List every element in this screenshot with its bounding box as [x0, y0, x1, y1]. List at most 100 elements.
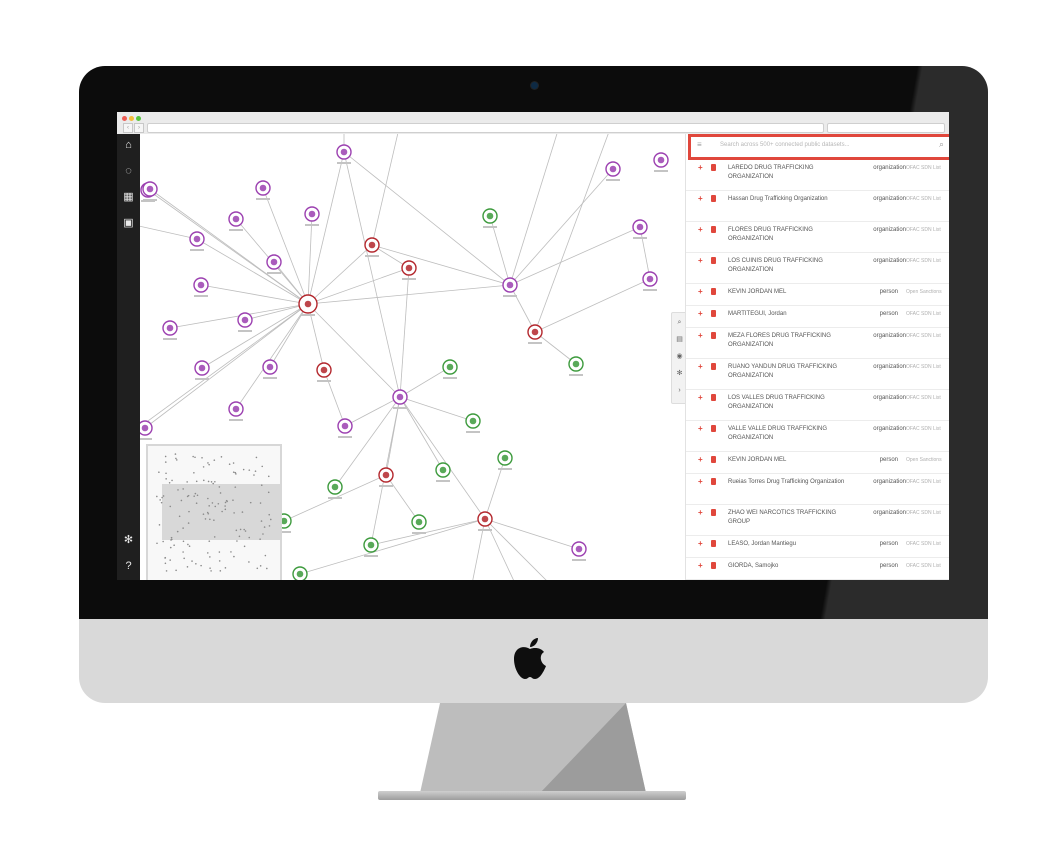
- graph-edge: [484, 457, 506, 520]
- person-node[interactable]: [653, 152, 669, 172]
- person-node[interactable]: [304, 206, 320, 226]
- result-item[interactable]: + LAREDO DRUG TRAFFICKING ORGANIZATION org…: [686, 160, 949, 191]
- minimap-dot: [188, 545, 191, 547]
- person-node[interactable]: [392, 389, 408, 409]
- add-icon[interactable]: +: [698, 455, 703, 464]
- add-icon[interactable]: +: [698, 539, 703, 548]
- contacts-icon[interactable]: ▣: [122, 217, 135, 230]
- add-icon[interactable]: +: [698, 477, 703, 486]
- back-icon[interactable]: ‹: [123, 123, 133, 133]
- person-node[interactable]: [337, 418, 353, 438]
- minimap-dot: [192, 455, 194, 458]
- graph-edge: [307, 303, 401, 398]
- maximize-window-icon[interactable]: [136, 116, 141, 121]
- person-node[interactable]: [189, 231, 205, 251]
- person-node[interactable]: [632, 219, 648, 239]
- result-item[interactable]: + Hassan Drug Trafficking Organization org…: [686, 191, 949, 222]
- dataset-search-input[interactable]: ≡ Search across 500+ connected public da…: [688, 134, 949, 160]
- company-node[interactable]: [497, 450, 513, 470]
- document-icon[interactable]: ▤: [674, 334, 685, 345]
- graph-minimap[interactable]: [146, 444, 282, 580]
- person-node[interactable]: [605, 161, 621, 181]
- result-item[interactable]: + LOS VALLES DRUG TRAFFICKING ORGANIZATIO…: [686, 390, 949, 421]
- result-item[interactable]: + LEASO, Jordan Mantiegu person OFAC SDN Li…: [686, 536, 949, 558]
- add-icon[interactable]: +: [698, 331, 703, 340]
- help-icon[interactable]: ?: [122, 560, 135, 573]
- company-node[interactable]: [435, 462, 451, 482]
- add-icon[interactable]: +: [698, 287, 703, 296]
- add-icon[interactable]: +: [698, 163, 703, 172]
- result-item[interactable]: + KEVIN JORDAN MEL person Open Sanctions: [686, 284, 949, 306]
- network-graph-canvas[interactable]: ⌕ ▤ ◉ ✻ ›: [140, 134, 685, 580]
- person-node[interactable]: [194, 360, 210, 380]
- add-icon[interactable]: +: [698, 561, 703, 570]
- add-icon[interactable]: +: [698, 362, 703, 371]
- settings-icon[interactable]: ✻: [674, 368, 685, 379]
- person-node[interactable]: [262, 359, 278, 379]
- person-node[interactable]: [228, 211, 244, 231]
- company-node[interactable]: [411, 514, 427, 534]
- url-bar[interactable]: [147, 123, 824, 133]
- add-icon[interactable]: +: [698, 225, 703, 234]
- result-item[interactable]: + KEVIN JORDAN MEL person Open Sanctions: [686, 452, 949, 474]
- minimize-window-icon[interactable]: [129, 116, 134, 121]
- company-node[interactable]: [442, 359, 458, 379]
- person-node[interactable]: [571, 541, 587, 561]
- visibility-icon[interactable]: ◉: [674, 351, 685, 362]
- browser-search-field[interactable]: [827, 123, 945, 133]
- close-window-icon[interactable]: [122, 116, 127, 121]
- add-icon[interactable]: +: [698, 508, 703, 517]
- person-node[interactable]: [142, 181, 158, 201]
- forward-icon[interactable]: ›: [134, 123, 144, 133]
- add-icon[interactable]: +: [698, 309, 703, 318]
- home-icon[interactable]: ⌂: [122, 139, 135, 152]
- dashboard-icon[interactable]: ▦: [122, 191, 135, 204]
- add-icon[interactable]: +: [698, 256, 703, 265]
- result-item[interactable]: + MARTITEGUI, Jordan person OFAC SDN List: [686, 306, 949, 328]
- organization-node[interactable]: [401, 260, 417, 280]
- add-icon[interactable]: +: [698, 393, 703, 402]
- organization-node[interactable]: [378, 467, 394, 487]
- person-node[interactable]: [266, 254, 282, 274]
- person-node[interactable]: [336, 144, 352, 164]
- minimap-dot: [208, 505, 210, 507]
- organization-node[interactable]: [316, 362, 332, 382]
- person-node[interactable]: [228, 401, 244, 421]
- company-node[interactable]: [292, 566, 308, 580]
- graph-edge: [534, 278, 651, 333]
- minimap-dot: [235, 529, 238, 532]
- person-node[interactable]: [237, 312, 253, 332]
- history-icon[interactable]: ◌: [122, 165, 135, 178]
- add-icon[interactable]: +: [698, 424, 703, 433]
- result-item[interactable]: + MEZA FLORES DRUG TRAFFICKING ORGANIZATI…: [686, 328, 949, 359]
- organization-node[interactable]: [477, 511, 493, 531]
- person-node[interactable]: [255, 180, 271, 200]
- person-node[interactable]: [642, 271, 658, 291]
- person-node[interactable]: [140, 420, 153, 440]
- zoom-icon[interactable]: ⌕: [674, 317, 685, 328]
- result-name: LOS CUINIS DRUG TRAFFICKING ORGANIZATION: [728, 258, 823, 273]
- result-item[interactable]: + RUANO YANDUN DRUG TRAFFICKING ORGANIZAT…: [686, 359, 949, 390]
- company-node[interactable]: [465, 413, 481, 433]
- minimap-dot: [254, 470, 257, 472]
- minimap-dot: [175, 457, 177, 460]
- collapse-icon[interactable]: ›: [674, 385, 685, 396]
- settings-icon[interactable]: ✻: [122, 534, 135, 547]
- minimap-dot: [187, 494, 190, 497]
- company-node[interactable]: [482, 208, 498, 228]
- filter-icon[interactable]: ≡: [697, 140, 702, 149]
- company-node[interactable]: [568, 356, 584, 376]
- result-item[interactable]: + Rueias Torres Drug Trafficking Organiza…: [686, 474, 949, 505]
- result-name: ZHAO WEI NARCOTICS TRAFFICKING GROUP: [728, 510, 837, 525]
- result-item[interactable]: + VALLE VALLE DRUG TRAFFICKING ORGANIZATI…: [686, 421, 949, 452]
- person-node[interactable]: [193, 277, 209, 297]
- organization-node[interactable]: [527, 324, 543, 344]
- result-item[interactable]: + FLORES DRUG TRAFFICKING ORGANIZATION org…: [686, 222, 949, 253]
- result-item[interactable]: + ZHAO WEI NARCOTICS TRAFFICKING GROUP org…: [686, 505, 949, 536]
- minimap-dot: [259, 565, 262, 567]
- search-icon[interactable]: ⌕: [939, 139, 944, 150]
- add-icon[interactable]: +: [698, 194, 703, 203]
- result-item[interactable]: + GIORDA, Samojko person OFAC SDN List: [686, 558, 949, 580]
- person-node[interactable]: [162, 320, 178, 340]
- result-item[interactable]: + LOS CUINIS DRUG TRAFFICKING ORGANIZATIO…: [686, 253, 949, 284]
